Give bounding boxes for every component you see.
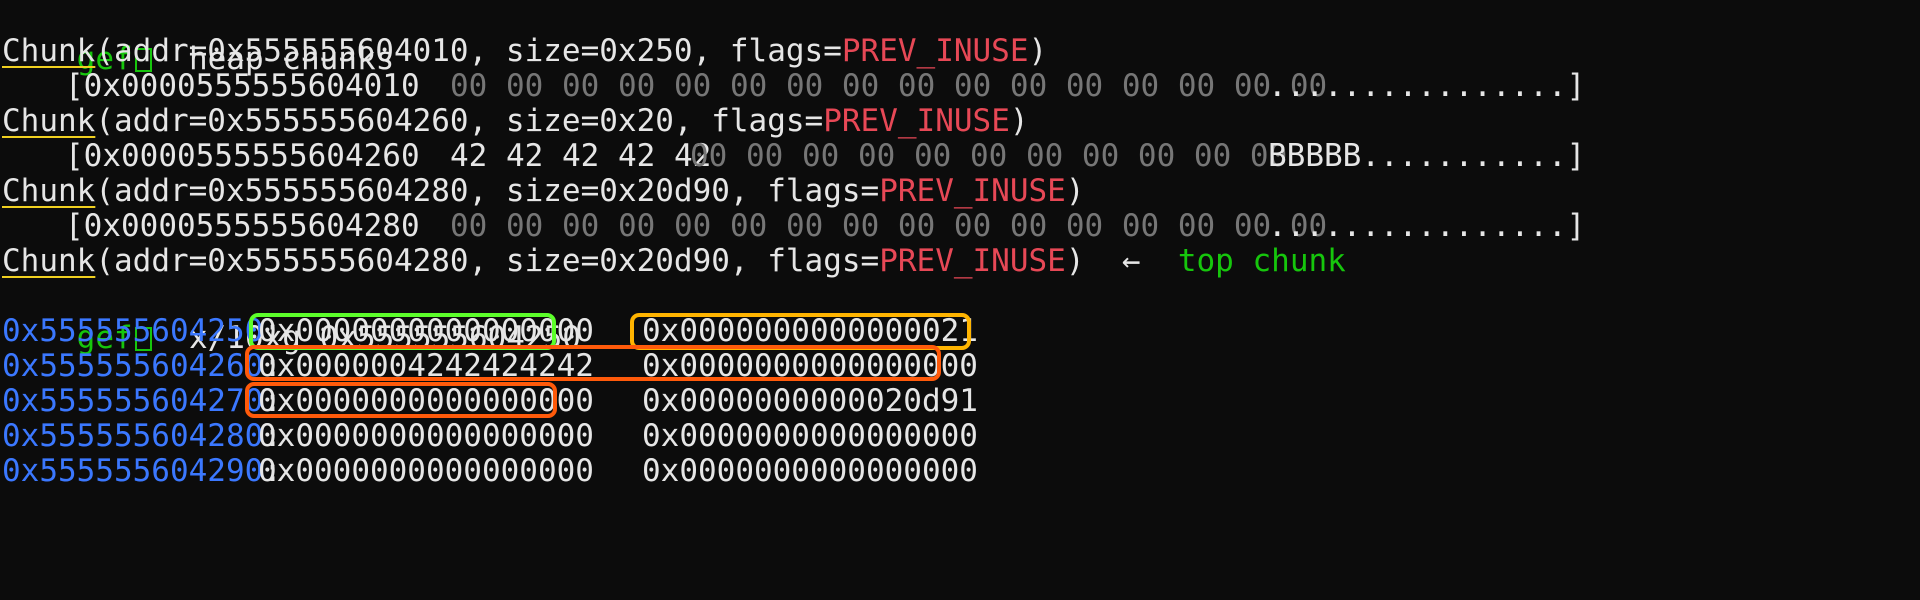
chunk-flag: PREV_INUSE xyxy=(841,33,1029,69)
arrow-left-icon: ← xyxy=(1121,243,1141,279)
dump-ascii: BBBBB...........] xyxy=(1268,138,1586,174)
dump-ascii: ................] xyxy=(1268,68,1586,104)
memory-address: 0x555555604290 xyxy=(2,453,264,489)
memory-value: 0x0000000000000000 xyxy=(258,453,594,489)
chunk-close: ) xyxy=(1065,243,1085,279)
chunk-params: (addr=0x555555604260, size=0x20, flags= xyxy=(95,103,824,139)
chunk-flag: PREV_INUSE xyxy=(823,103,1010,139)
memory-value: 0x0000000000000000 xyxy=(642,453,978,489)
chunk-params: (addr=0x555555604280, size=0x20d90, flag… xyxy=(95,243,880,279)
chunk-flag: PREV_INUSE xyxy=(879,173,1066,209)
highlight-box-user-data xyxy=(245,345,941,381)
memory-row: 0x555555604290: xyxy=(2,453,282,489)
chunk-label: Chunk xyxy=(2,103,96,139)
chunk-flag: PREV_INUSE xyxy=(879,243,1066,279)
chunk-params: (addr=0x555555604280, size=0x20d90, flag… xyxy=(95,173,880,209)
chunk-label: Chunk xyxy=(2,243,96,279)
memory-address: 0x555555604280 xyxy=(2,418,264,454)
chunk-close: ) xyxy=(1028,33,1048,69)
memory-address: 0x555555604260 xyxy=(2,348,264,384)
chunk-params: (addr=0x555555604010, size=0x250, flags= xyxy=(95,33,842,69)
chunk-label: Chunk xyxy=(2,173,96,209)
memory-address: 0x555555604250 xyxy=(2,313,264,349)
chunk-close: ) xyxy=(1065,173,1085,209)
top-chunk-label: top chunk xyxy=(1177,243,1346,279)
highlight-box-user-data-tail xyxy=(245,382,557,418)
chunk-close: ) xyxy=(1009,103,1029,139)
memory-address: 0x555555604270 xyxy=(2,383,264,419)
chunk-label: Chunk xyxy=(2,33,96,69)
